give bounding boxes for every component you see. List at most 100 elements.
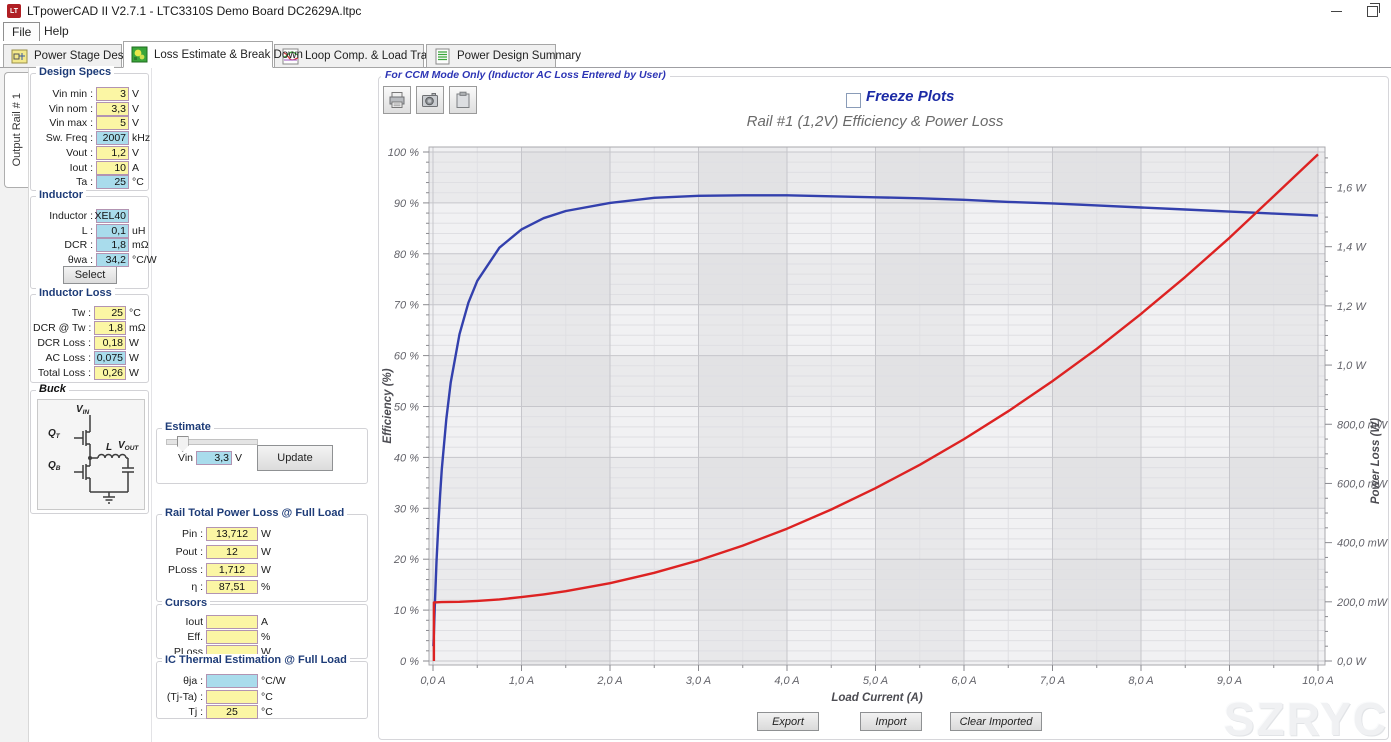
group-title: IC Thermal Estimation @ Full Load bbox=[162, 654, 350, 666]
sw-freq-unit: kHz bbox=[132, 132, 150, 144]
inductor-field[interactable]: XEL40 bbox=[96, 209, 129, 223]
select-inductor-button[interactable]: Select bbox=[63, 266, 117, 284]
ta-field[interactable]: 25 bbox=[96, 175, 129, 189]
tab-loss-estimate[interactable]: Loss Estimate & Break Down bbox=[123, 41, 273, 68]
vin-nom-field[interactable]: 3,3 bbox=[96, 102, 129, 116]
vin-max-unit: V bbox=[132, 117, 139, 129]
rail-total-power-loss-group: Rail Total Power Loss @ Full Load Pin :1… bbox=[156, 514, 368, 602]
tab-output-rail-1[interactable]: Output Rail # 1 bbox=[4, 72, 28, 188]
ja-field[interactable] bbox=[206, 674, 258, 688]
tw-field[interactable]: 25 bbox=[94, 306, 126, 320]
menu-help[interactable]: Help bbox=[36, 22, 77, 40]
tw-label: Tw : bbox=[33, 307, 91, 319]
wa-field[interactable]: 34,2 bbox=[96, 253, 129, 267]
vin-estimate-field[interactable]: 3,3 bbox=[196, 451, 232, 465]
freeze-plots-checkbox[interactable] bbox=[846, 93, 861, 108]
minimize-icon bbox=[1331, 11, 1342, 12]
minimize-button[interactable] bbox=[1321, 0, 1351, 22]
spec-row: L :0,1uH bbox=[33, 224, 146, 238]
export-button[interactable]: Export bbox=[757, 712, 819, 731]
window-title: LTpowerCAD II V2.7.1 - LTC3310S Demo Boa… bbox=[27, 4, 361, 18]
summary-icon bbox=[434, 48, 451, 65]
vin-nom-label: Vin nom : bbox=[33, 103, 93, 115]
spec-row: θwa :34,2°C/W bbox=[33, 253, 146, 267]
vout-label: Vout : bbox=[33, 147, 93, 159]
ploss-field[interactable]: 1,712 bbox=[206, 563, 258, 577]
spec-row: Eff.% bbox=[159, 630, 365, 644]
pout-label: Pout : bbox=[159, 546, 203, 558]
spec-row: Pout :12W bbox=[159, 545, 365, 559]
pin-field[interactable]: 13,712 bbox=[206, 527, 258, 541]
dcr-tw-field[interactable]: 1,8 bbox=[94, 321, 126, 335]
ta-unit: °C bbox=[132, 176, 144, 188]
vin-min-field[interactable]: 3 bbox=[96, 87, 129, 101]
spec-row: DCR Loss :0,18W bbox=[33, 336, 146, 350]
print-icon bbox=[387, 90, 407, 110]
vout-field[interactable]: 1,2 bbox=[96, 146, 129, 160]
dcr-tw-label: DCR @ Tw : bbox=[33, 322, 91, 334]
sw-freq-field[interactable]: 2007 bbox=[96, 131, 129, 145]
tab-power-design-summary[interactable]: Power Design Summary bbox=[426, 44, 556, 68]
tj-field[interactable]: 25 bbox=[206, 705, 258, 719]
spec-row: Total Loss :0,26W bbox=[33, 366, 146, 380]
qb-label: QB bbox=[48, 460, 61, 472]
dcr-loss-label: DCR Loss : bbox=[33, 337, 91, 349]
pout-field[interactable]: 12 bbox=[206, 545, 258, 559]
iout-label: Iout bbox=[159, 616, 203, 628]
camera-icon bbox=[420, 90, 440, 110]
update-button[interactable]: Update bbox=[257, 445, 333, 471]
dcr-loss-field[interactable]: 0,18 bbox=[94, 336, 126, 350]
spec-row: Sw. Freq :2007kHz bbox=[33, 131, 146, 145]
spec-row: Vin min :3V bbox=[33, 87, 146, 101]
import-button[interactable]: Import bbox=[860, 712, 922, 731]
spec-row: Pin :13,712W bbox=[159, 527, 365, 541]
ja-label: θja : bbox=[159, 675, 203, 687]
tj-unit: °C bbox=[261, 706, 273, 718]
field-unit: % bbox=[261, 581, 270, 593]
menu-file[interactable]: File bbox=[3, 22, 40, 42]
spec-row: DCR @ Tw :1,8mΩ bbox=[33, 321, 146, 335]
copy-image-button[interactable] bbox=[416, 86, 444, 114]
ac-loss-unit: W bbox=[129, 352, 139, 364]
vin-min-unit: V bbox=[132, 88, 139, 100]
spec-row: Iout :10A bbox=[33, 161, 146, 175]
total-loss-field[interactable]: 0,26 bbox=[94, 366, 126, 380]
iout-unit: A bbox=[132, 162, 139, 174]
restore-button[interactable] bbox=[1357, 0, 1387, 22]
tab-label: Power Design Summary bbox=[457, 50, 581, 62]
vin-slider-track[interactable] bbox=[166, 439, 258, 445]
eff-label: Eff. bbox=[159, 631, 203, 643]
eff-field[interactable] bbox=[206, 630, 258, 644]
print-button[interactable] bbox=[383, 86, 411, 114]
wa-label: θwa : bbox=[33, 254, 93, 266]
spec-row: AC Loss :0,075W bbox=[33, 351, 146, 365]
tab-power-stage-design[interactable]: Power Stage Design bbox=[3, 44, 122, 68]
iout-label: Iout : bbox=[33, 162, 93, 174]
restore-icon bbox=[1367, 6, 1378, 17]
spec-row: DCR :1,8mΩ bbox=[33, 238, 146, 252]
spec-row: PLoss :1,712W bbox=[159, 563, 365, 577]
l-field[interactable]: 0,1 bbox=[96, 224, 129, 238]
spec-row: Tw :25°C bbox=[33, 306, 146, 320]
iout-field[interactable]: 10 bbox=[96, 161, 129, 175]
save-plot-button[interactable] bbox=[449, 86, 477, 114]
group-title: Inductor Loss bbox=[36, 287, 115, 299]
tj-ta-field[interactable] bbox=[206, 690, 258, 704]
iout-field[interactable] bbox=[206, 615, 258, 629]
clear-imported-button[interactable]: Clear Imported bbox=[950, 712, 1042, 731]
tj-ta-unit: °C bbox=[261, 691, 273, 703]
ac-loss-field[interactable]: 0,075 bbox=[94, 351, 126, 365]
panel-divider bbox=[151, 68, 152, 742]
total-loss-label: Total Loss : bbox=[33, 367, 91, 379]
dcr-field[interactable]: 1,8 bbox=[96, 238, 129, 252]
tab-bar: Power Stage Design Loss Estimate & Break… bbox=[0, 41, 1391, 68]
pin-label: Pin : bbox=[159, 528, 203, 540]
vin-max-field[interactable]: 5 bbox=[96, 116, 129, 130]
ploss-label: PLoss : bbox=[159, 564, 203, 576]
estimate-group: Estimate Vin 3,3 V Update bbox=[156, 428, 368, 484]
dcr-unit: mΩ bbox=[132, 239, 149, 251]
field-field[interactable]: 87,51 bbox=[206, 580, 258, 594]
chart-title: Rail #1 (1,2V) Efficiency & Power Loss bbox=[475, 113, 1275, 130]
save-icon bbox=[453, 90, 473, 110]
vin-slider-thumb[interactable] bbox=[177, 436, 189, 452]
